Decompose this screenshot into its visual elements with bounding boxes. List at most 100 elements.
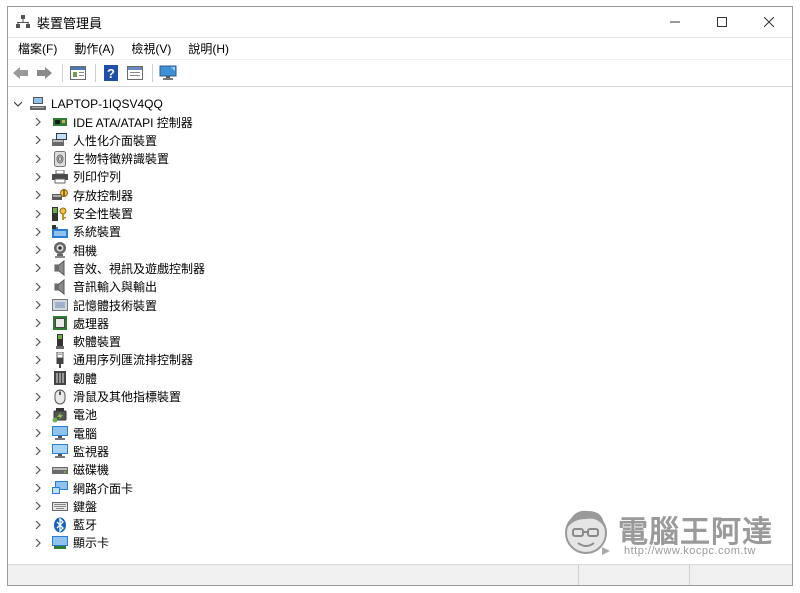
chevron-right-icon[interactable]: [32, 241, 44, 259]
update-driver-button[interactable]: [124, 62, 146, 84]
chevron-right-icon[interactable]: [32, 205, 44, 223]
computer-icon: [51, 425, 69, 441]
svg-text:?: ?: [107, 66, 115, 81]
security-key-icon: [51, 206, 69, 222]
menu-bar: 檔案(F) 動作(A) 檢視(V) 說明(H): [8, 38, 792, 60]
back-button[interactable]: [10, 62, 32, 84]
help-button[interactable]: ?: [100, 62, 122, 84]
device-category-row[interactable]: 音效、視訊及遊戲控制器: [8, 259, 205, 277]
chevron-right-icon[interactable]: [32, 314, 44, 332]
device-category-row[interactable]: 處理器: [8, 314, 109, 332]
chevron-right-icon[interactable]: [32, 278, 44, 296]
menu-action[interactable]: 動作(A): [68, 40, 120, 57]
device-category-row[interactable]: 生物特徵辨識裝置: [8, 150, 169, 168]
chevron-right-icon[interactable]: [32, 186, 44, 204]
chevron-right-icon[interactable]: [32, 259, 44, 277]
chevron-right-icon[interactable]: [32, 406, 44, 424]
system-folder-icon: [51, 224, 69, 240]
device-category-label: 生物特徵辨識裝置: [73, 152, 170, 167]
chevron-right-icon[interactable]: [32, 351, 44, 369]
chevron-right-icon[interactable]: [32, 113, 44, 131]
display-adapter-icon: [51, 535, 69, 551]
device-category-label: 相機: [73, 243, 98, 258]
properties-button[interactable]: [67, 62, 89, 84]
device-category-row[interactable]: 列印佇列: [8, 168, 121, 186]
mouse-icon: [51, 389, 69, 405]
device-category-row[interactable]: 網路介面卡: [8, 479, 133, 497]
device-category-row[interactable]: 韌體: [8, 369, 97, 387]
title-bar[interactable]: 裝置管理員: [8, 7, 792, 38]
scan-hardware-button[interactable]: [157, 62, 179, 84]
device-category-label: 電池: [73, 408, 98, 423]
fingerprint-icon: [51, 150, 69, 167]
chevron-right-icon[interactable]: [32, 424, 44, 442]
chevron-right-icon[interactable]: [32, 479, 44, 497]
device-category-label: 音訊輸入與輸出: [73, 280, 158, 295]
memory-icon: [51, 297, 69, 313]
device-category-row[interactable]: 記憶體技術裝置: [8, 296, 157, 314]
toolbar-separator: [95, 64, 96, 82]
device-category-row[interactable]: 人性化介面裝置: [8, 131, 157, 149]
device-category-label: 安全性裝置: [73, 207, 134, 221]
chevron-right-icon[interactable]: [32, 497, 44, 515]
forward-arrow-icon: [37, 67, 52, 79]
device-category-row[interactable]: 音訊輸入與輸出: [8, 278, 157, 296]
device-category-row[interactable]: 藍牙: [8, 516, 97, 534]
minimize-button[interactable]: [651, 7, 698, 37]
speaker-icon: [51, 260, 69, 277]
device-category-row[interactable]: 通用序列匯流排控制器: [8, 351, 193, 369]
chevron-right-icon[interactable]: [32, 388, 44, 406]
device-category-row[interactable]: 安全性裝置: [8, 205, 133, 223]
device-category-row[interactable]: IDE ATA/ATAPI 控制器: [8, 113, 193, 131]
device-category-label: 磁碟機: [73, 463, 110, 478]
back-arrow-icon: [13, 67, 28, 79]
status-segment: [578, 565, 689, 585]
forward-button[interactable]: [34, 62, 56, 84]
status-segment: [8, 565, 578, 585]
chevron-right-icon[interactable]: [32, 150, 44, 168]
chevron-right-icon[interactable]: [32, 131, 44, 149]
chevron-right-icon[interactable]: [32, 534, 44, 552]
maximize-button[interactable]: [698, 7, 745, 37]
chevron-right-icon[interactable]: [32, 516, 44, 534]
device-category-row[interactable]: 電腦: [8, 424, 97, 442]
chevron-down-icon[interactable]: [12, 95, 24, 113]
chevron-right-icon[interactable]: [32, 333, 44, 351]
chevron-right-icon[interactable]: [32, 442, 44, 460]
device-category-row[interactable]: 監視器: [8, 442, 109, 460]
device-category-row[interactable]: 存放控制器: [8, 186, 133, 204]
device-category-row[interactable]: 系統裝置: [8, 223, 121, 241]
device-category-label: IDE ATA/ATAPI 控制器: [73, 115, 193, 130]
status-bar: [8, 564, 792, 585]
window-title: 裝置管理員: [37, 15, 103, 31]
properties-icon: [70, 66, 86, 80]
device-category-label: 網路介面卡: [73, 481, 134, 496]
device-category-row[interactable]: 相機: [8, 241, 97, 259]
close-button[interactable]: [745, 7, 792, 37]
device-category-label: 藍牙: [73, 518, 98, 533]
device-category-label: 電腦: [73, 426, 98, 441]
device-category-row[interactable]: 顯示卡: [8, 534, 109, 552]
chevron-right-icon[interactable]: [32, 461, 44, 479]
device-tree: LAPTOP-1IQSV4QQ IDE ATA/ATAPI 控制器 人性化介面裝置…: [8, 90, 792, 565]
menu-file[interactable]: 檔案(F): [12, 40, 63, 57]
tree-root[interactable]: LAPTOP-1IQSV4QQ: [8, 95, 163, 113]
chevron-right-icon[interactable]: [32, 223, 44, 241]
device-category-row[interactable]: 軟體裝置: [8, 333, 121, 351]
toolbar: ?: [8, 60, 792, 87]
device-category-row[interactable]: 滑鼠及其他指標裝置: [8, 388, 181, 406]
minimize-icon: [669, 21, 680, 23]
menu-view[interactable]: 檢視(V): [125, 40, 177, 57]
usb-icon: [51, 351, 69, 368]
device-category-label: 監視器: [73, 444, 110, 459]
device-category-row[interactable]: 磁碟機: [8, 461, 109, 479]
chevron-right-icon[interactable]: [32, 168, 44, 186]
mascot-logo-icon: [565, 510, 610, 555]
chevron-right-icon[interactable]: [32, 296, 44, 314]
monitor-icon: [51, 443, 69, 459]
chevron-right-icon[interactable]: [32, 369, 44, 387]
device-category-row[interactable]: 鍵盤: [8, 497, 97, 515]
device-category-row[interactable]: 電池: [8, 406, 97, 424]
scan-monitor-icon: [159, 65, 177, 80]
menu-help[interactable]: 說明(H): [182, 40, 235, 57]
